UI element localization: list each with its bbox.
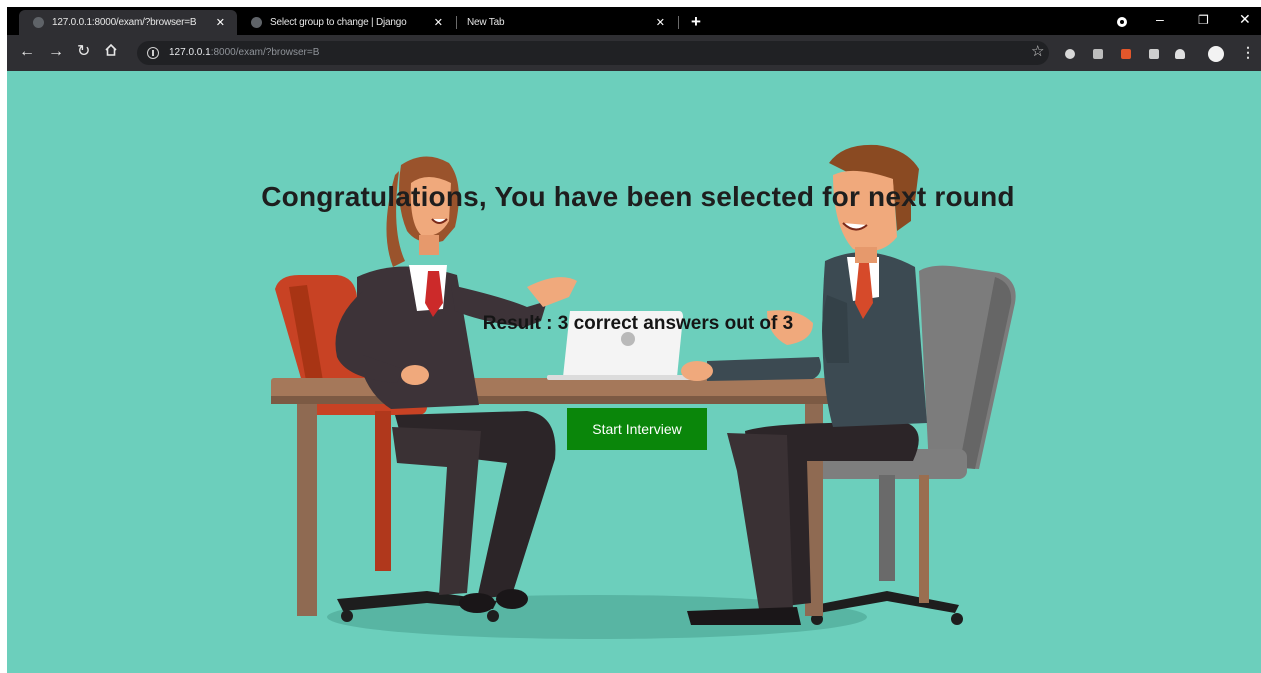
extension-icon[interactable] (1121, 49, 1131, 59)
tab-separator (678, 16, 679, 29)
close-window-icon[interactable]: ✕ (1239, 11, 1251, 28)
extension-icon[interactable] (1065, 49, 1075, 59)
new-tab-icon[interactable]: + (691, 12, 701, 32)
browser-toolbar: ← → ↻ 127.0.0.1:8000/exam/?browser=B ☆ ⋮ (7, 35, 1261, 71)
close-tab-icon[interactable]: ✕ (434, 16, 443, 29)
url-text[interactable]: 127.0.0.1:8000/exam/?browser=B (169, 47, 319, 58)
menu-icon[interactable]: ⋮ (1241, 44, 1255, 61)
tab-title: New Tab (467, 17, 505, 28)
reload-icon[interactable]: ↻ (77, 43, 90, 61)
minimize-icon[interactable]: – (1156, 11, 1164, 27)
back-icon[interactable]: ← (19, 43, 35, 61)
tab-title: 127.0.0.1:8000/exam/?browser=B (52, 17, 197, 28)
extension-icon[interactable] (1149, 49, 1159, 59)
address-bar[interactable]: 127.0.0.1:8000/exam/?browser=B (137, 41, 1049, 65)
tab-title: Select group to change | Django (270, 17, 407, 28)
page-content: Congratulations, You have been selected … (7, 71, 1261, 673)
info-icon[interactable] (147, 47, 159, 59)
media-indicator-icon[interactable] (1117, 17, 1127, 27)
restore-icon[interactable]: ❐ (1198, 13, 1209, 27)
close-tab-icon[interactable]: ✕ (656, 16, 665, 29)
home-icon[interactable] (104, 43, 118, 57)
globe-icon (33, 17, 44, 28)
shield-extension-icon[interactable] (1093, 49, 1103, 59)
tab-django-admin[interactable]: Select group to change | Django ✕ (237, 10, 455, 35)
result-text: Result : 3 correct answers out of 3 (482, 313, 794, 334)
tab-new-tab[interactable]: New Tab ✕ (457, 10, 677, 35)
browser-window: 127.0.0.1:8000/exam/?browser=B ✕ Select … (7, 7, 1261, 673)
profile-avatar-icon[interactable] (1208, 46, 1224, 62)
globe-icon (251, 17, 262, 28)
interview-illustration (271, 144, 1016, 639)
bookmark-star-icon[interactable]: ☆ (1031, 42, 1044, 60)
tab-strip: 127.0.0.1:8000/exam/?browser=B ✕ Select … (7, 7, 1261, 35)
puzzle-extensions-icon[interactable] (1175, 49, 1185, 59)
congratulations-heading: Congratulations, You have been selected … (261, 181, 1015, 212)
tab-exam[interactable]: 127.0.0.1:8000/exam/?browser=B ✕ (19, 10, 237, 35)
close-tab-icon[interactable]: ✕ (216, 16, 225, 29)
forward-icon[interactable]: → (48, 43, 64, 61)
start-interview-button[interactable]: Start Interview (567, 408, 707, 450)
